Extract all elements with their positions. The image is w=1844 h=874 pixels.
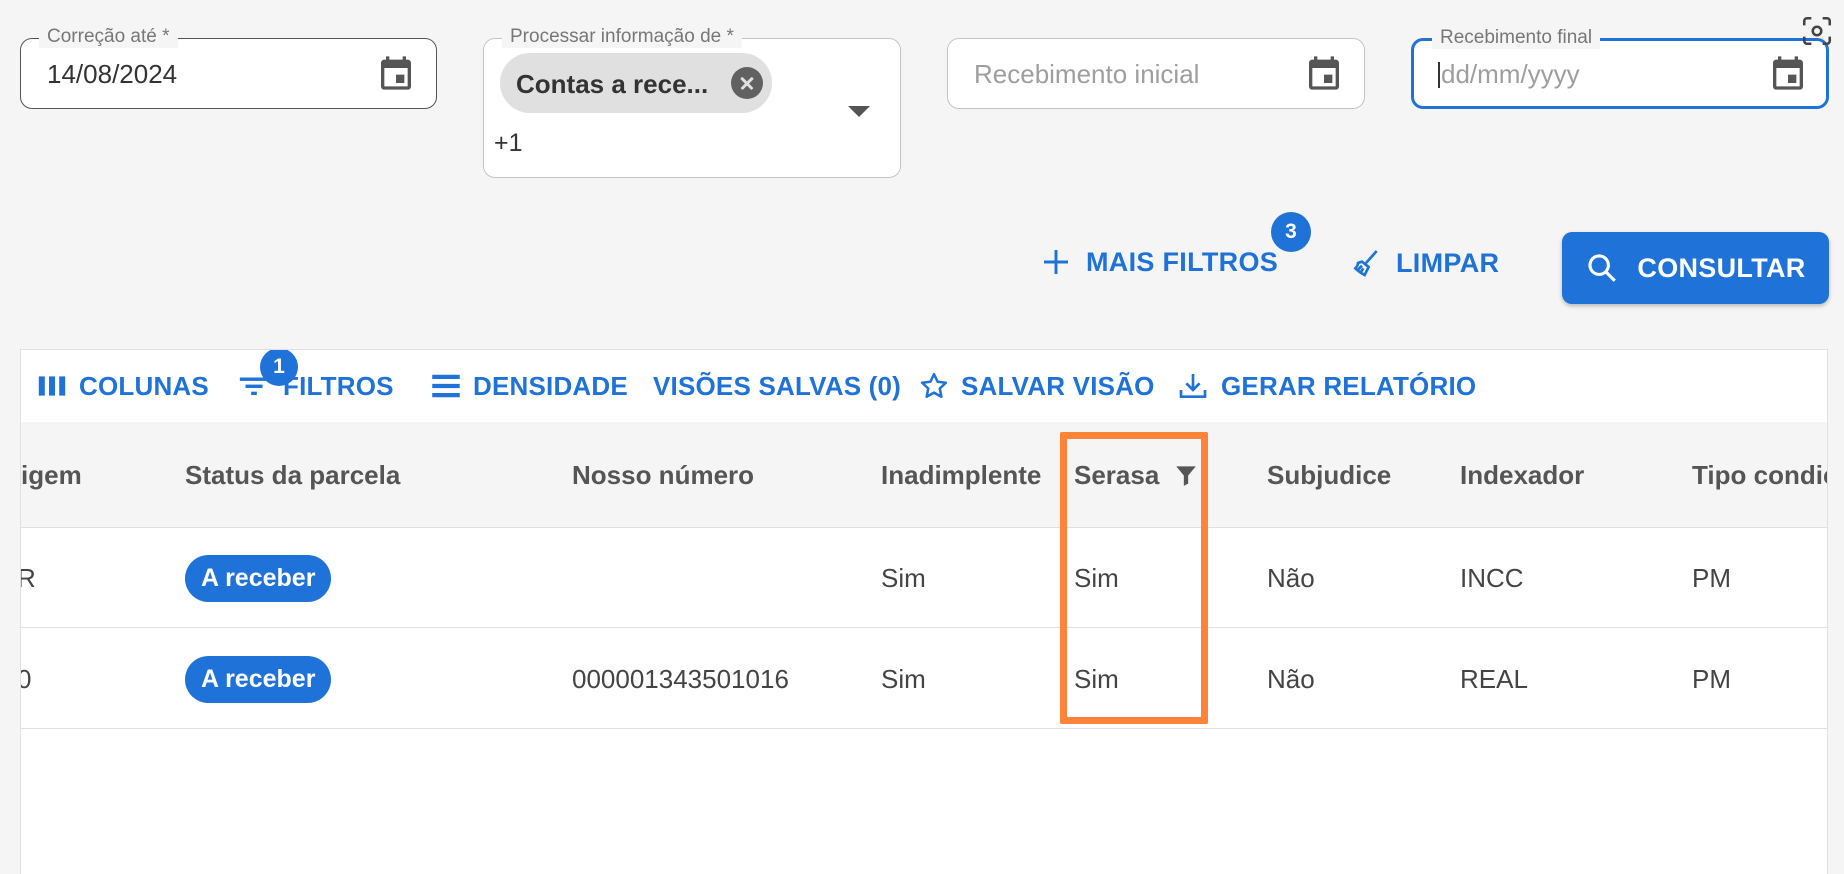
consultar-button[interactable]: CONSULTAR [1562,232,1829,304]
column-header-label: Nosso número [572,459,755,490]
column-header-label: Inadimplente [881,459,1042,490]
calendar-icon[interactable] [1768,52,1808,94]
column-header-label: Tipo condiç [1692,459,1828,490]
cell-subjudice: Não [1267,663,1315,694]
chip-remove-icon[interactable] [731,67,763,99]
gerar-relatorio-button[interactable]: GERAR RELATÓRIO [1177,350,1476,422]
cell-nosso-numero: 000001343501016 [572,663,789,694]
mais-filtros-label: MAIS FILTROS [1086,246,1279,277]
limpar-button[interactable]: LIMPAR [1350,246,1499,280]
plus-icon [1044,250,1068,274]
recebimento-final-placeholder: dd/mm/yyyy [1441,59,1580,89]
dropdown-arrow-icon[interactable] [848,106,870,117]
column-header-subjudice[interactable]: Subjudice [1267,422,1391,528]
cell-serasa: Sim [1074,562,1119,593]
recebimento-inicial-field[interactable]: Recebimento inicial [947,38,1365,109]
density-icon [432,374,460,398]
correcao-ate-label: Correção até * [39,26,178,48]
cell-indexador: REAL [1460,663,1528,694]
correcao-ate-value[interactable]: 14/08/2024 [47,59,177,90]
cell-subjudice: Não [1267,562,1315,593]
column-header-status[interactable]: Status da parcela [185,422,400,528]
filtros-label: FILTROS [283,370,394,401]
column-header-serasa[interactable]: Serasa [1074,422,1199,528]
mais-filtros-button[interactable]: MAIS FILTROS [1040,246,1278,278]
status-badge: A receber [185,554,332,602]
column-header-label: Status da parcela [185,459,401,490]
chip-label: Contas a rece... [516,69,709,99]
status-badge: A receber [185,655,332,703]
column-header-inadimplente[interactable]: Inadimplente [881,422,1041,528]
visoes-salvas-label: VISÕES SALVAS (0) [653,370,902,401]
colunas-label: COLUNAS [79,370,209,401]
densidade-button[interactable]: DENSIDADE [431,350,628,422]
cell-tipo-condicao: PM [1692,663,1731,694]
processar-informacao-select[interactable]: Processar informação de * Contas a rece.… [483,26,901,178]
recebimento-final-input[interactable]: dd/mm/yyyy [1438,59,1580,90]
more-selected-count: +1 [494,129,523,157]
cell-indexador: INCC [1460,562,1524,593]
salvar-visao-button[interactable]: SALVAR VISÃO [919,350,1155,422]
selected-chip: Contas a rece... [500,53,772,113]
column-header-origem[interactable]: igem [21,422,82,528]
gerar-relatorio-label: GERAR RELATÓRIO [1221,370,1477,401]
column-header-label: igem [21,459,82,490]
star-outline-icon [920,372,948,398]
correcao-ate-field[interactable]: Correção até * 14/08/2024 [20,26,437,109]
table-row[interactable]: 0 A receber 000001343501016 Sim Sim Não … [21,629,1827,729]
grid-toolbar: COLUNAS FILTROS 1 DENSIDADE VISÕES SALVA… [21,350,1827,422]
mais-filtros-badge: 3 [1271,212,1311,252]
cell-tipo-condicao: PM [1692,562,1731,593]
column-filter-icon[interactable] [1173,461,1199,489]
cell-inadimplente: Sim [881,663,926,694]
search-icon [1588,254,1617,282]
cell-origem: 0 [21,629,31,729]
salvar-visao-label: SALVAR VISÃO [961,370,1155,401]
text-caret [1438,62,1440,88]
calendar-icon[interactable] [376,52,416,94]
recebimento-inicial-placeholder[interactable]: Recebimento inicial [974,59,1199,90]
download-icon [1179,374,1207,398]
cell-origem: R [21,528,36,628]
column-header-tipo-condicao[interactable]: Tipo condiç [1692,422,1828,528]
colunas-button[interactable]: COLUNAS [37,350,209,422]
column-header-nosso-numero[interactable]: Nosso número [572,422,754,528]
data-grid: COLUNAS FILTROS 1 DENSIDADE VISÕES SALVA… [20,349,1828,874]
column-header-label: Indexador [1460,459,1585,490]
cell-status: A receber [185,629,332,729]
table-header: igem Status da parcela Nosso número Inad… [21,422,1827,528]
recebimento-final-label: Recebimento final [1432,27,1601,49]
cell-serasa: Sim [1074,663,1119,694]
screenshot-scan-icon[interactable] [1800,14,1834,48]
recebimento-final-field[interactable]: Recebimento final dd/mm/yyyy [1411,27,1829,109]
column-header-indexador[interactable]: Indexador [1460,422,1584,528]
broom-icon [1353,250,1378,277]
column-header-label: Serasa [1074,459,1160,490]
consultar-label: CONSULTAR [1637,252,1806,283]
visoes-salvas-button[interactable]: VISÕES SALVAS (0) [653,350,901,422]
filtros-badge: 1 [260,350,298,386]
cell-status: A receber [185,528,332,628]
calendar-icon[interactable] [1304,52,1344,94]
table-row[interactable]: R A receber Sim Sim Não INCC PM [21,528,1827,628]
cell-inadimplente: Sim [881,562,926,593]
densidade-label: DENSIDADE [473,370,628,401]
limpar-label: LIMPAR [1396,247,1500,278]
column-header-label: Subjudice [1267,459,1392,490]
processar-informacao-label: Processar informação de * [502,26,742,48]
columns-icon [38,376,66,396]
